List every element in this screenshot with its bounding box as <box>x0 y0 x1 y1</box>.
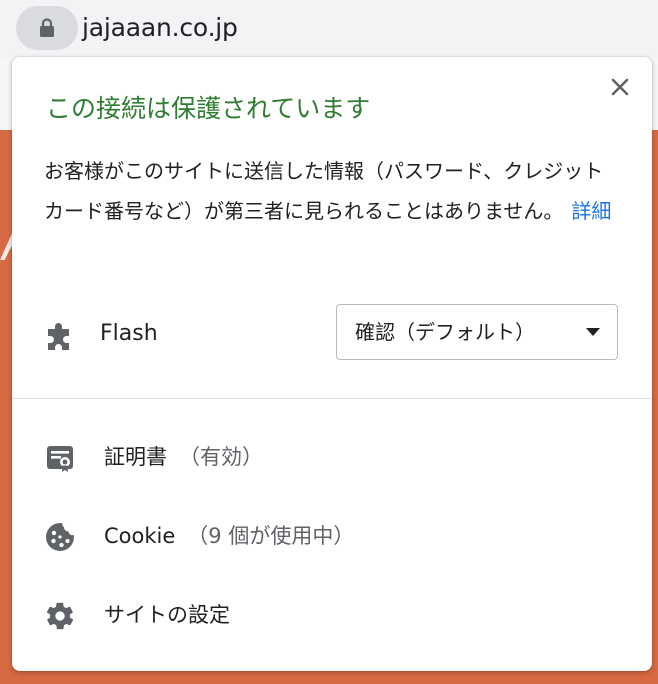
cookie-count: （9 個が使用中） <box>187 524 355 548</box>
description-text: お客様がこのサイトに送信した情報（パスワード、クレジット カード番号など）が第三… <box>44 159 604 223</box>
puzzle-icon <box>48 323 69 350</box>
cookie-title: Cookie <box>104 524 176 548</box>
cookie-row[interactable]: Cookie （9 個が使用中） <box>12 507 652 565</box>
close-icon <box>611 78 629 96</box>
connection-description: お客様がこのサイトに送信した情報（パスワード、クレジット カード番号など）が第三… <box>44 151 624 231</box>
chevron-down-icon <box>586 328 600 336</box>
flash-permission-row: Flash 確認（デフォルト） <box>12 303 652 363</box>
cookie-label: Cookie （9 個が使用中） <box>104 520 354 552</box>
certificate-row[interactable]: 証明書 （有効） <box>12 428 652 486</box>
connection-status-title: この接続は保護されています <box>46 94 371 123</box>
site-settings-label: サイトの設定 <box>104 603 230 627</box>
certificate-status: （有効） <box>179 445 263 469</box>
site-info-popup: この接続は保護されています お客様がこのサイトに送信した情報（パスワード、クレジ… <box>12 57 652 671</box>
url-text[interactable]: jajaaan.co.jp <box>82 10 238 46</box>
gear-icon <box>46 602 74 630</box>
certificate-title: 証明書 <box>104 445 167 469</box>
select-value: 確認（デフォルト） <box>355 320 535 344</box>
details-link[interactable]: 詳細 <box>571 199 611 223</box>
close-button[interactable] <box>608 75 632 99</box>
certificate-label: 証明書 （有効） <box>104 441 263 473</box>
flash-label: Flash <box>100 321 158 346</box>
site-info-button[interactable] <box>16 6 78 50</box>
address-bar: jajaaan.co.jp <box>0 0 658 58</box>
cookie-icon <box>46 522 74 551</box>
certificate-icon <box>47 446 73 472</box>
flash-permission-select[interactable]: 確認（デフォルト） <box>336 304 618 360</box>
site-settings-row[interactable]: サイトの設定 <box>12 586 652 644</box>
lock-icon <box>40 18 54 37</box>
section-divider <box>12 398 652 399</box>
